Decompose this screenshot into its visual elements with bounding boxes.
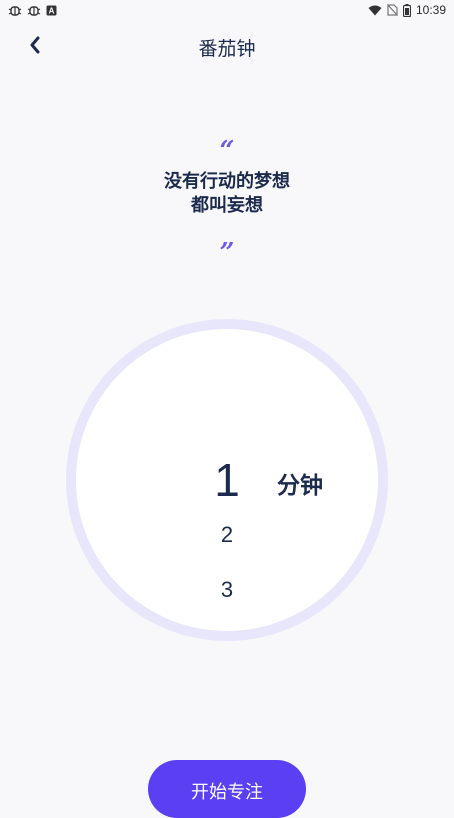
wifi-icon bbox=[368, 5, 382, 16]
bug-icon bbox=[8, 4, 22, 16]
start-focus-button[interactable]: 开始专注 bbox=[148, 760, 306, 818]
app-header: 番茄钟 bbox=[0, 22, 454, 70]
quote-open-mark: “ bbox=[219, 136, 235, 166]
start-focus-label: 开始专注 bbox=[191, 782, 263, 803]
status-time: 10:39 bbox=[415, 3, 446, 17]
quote-close-mark: ” bbox=[219, 238, 235, 268]
bug-icon bbox=[27, 4, 41, 16]
notification-a-icon: A bbox=[46, 5, 57, 16]
minute-option-selected[interactable]: 1 bbox=[176, 454, 278, 506]
minute-option[interactable]: 2 bbox=[176, 522, 278, 548]
status-bar-left: A bbox=[8, 4, 57, 16]
status-bar: A 10:39 bbox=[0, 0, 454, 20]
minute-unit-label: 分钟 bbox=[277, 473, 323, 499]
quote-line-1: 没有行动的梦想 bbox=[164, 171, 290, 192]
no-sim-icon bbox=[387, 4, 398, 16]
page-title: 番茄钟 bbox=[198, 38, 256, 60]
battery-icon bbox=[402, 3, 411, 17]
status-bar-right: 10:39 bbox=[368, 3, 446, 17]
minute-picker[interactable]: 1 2 3 bbox=[176, 446, 278, 616]
motivational-quote: 没有行动的梦想 都叫妄想 bbox=[60, 170, 394, 218]
quote-line-2: 都叫妄想 bbox=[191, 195, 263, 216]
minute-option[interactable]: 3 bbox=[176, 577, 278, 603]
notification-letter: A bbox=[49, 6, 55, 15]
